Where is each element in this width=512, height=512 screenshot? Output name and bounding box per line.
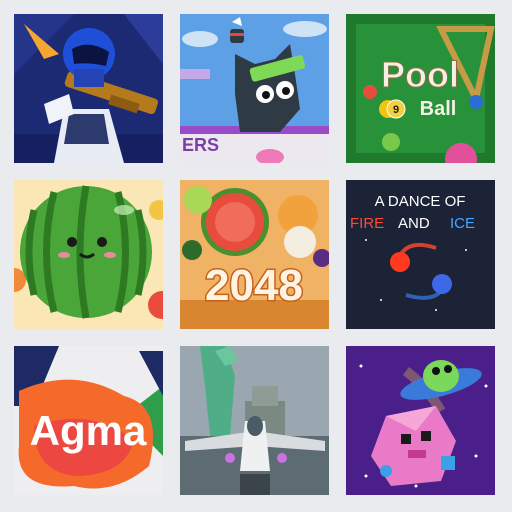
shooter-thumbnail — [14, 14, 163, 163]
dance-title-fire: FIRE — [350, 215, 384, 232]
agma-thumbnail: Agma — [14, 346, 163, 495]
ufo-thumbnail — [346, 346, 495, 495]
game-tile-plane[interactable] — [180, 346, 329, 495]
dance-title-and: AND — [398, 215, 430, 232]
watermelon-thumbnail — [14, 180, 163, 329]
ninja-thumbnail: ERS — [180, 14, 329, 163]
2048-title: 2048 — [205, 261, 303, 310]
pool-ball-nine: 9 — [393, 104, 399, 116]
game-tile-shooter[interactable] — [14, 14, 163, 163]
game-tile-watermelon[interactable] — [14, 180, 163, 329]
dance-title-ice: ICE — [450, 215, 475, 232]
game-tile-agma[interactable]: Agma — [14, 346, 163, 495]
dance-title-line1: A DANCE OF — [375, 193, 466, 210]
game-tile-2048[interactable]: 2048 — [180, 180, 329, 329]
dance-fire-ice-thumbnail: A DANCE OF FIRE AND ICE — [346, 180, 495, 329]
ninja-banner-text: ERS — [182, 135, 219, 155]
pool-subtitle: Ball — [420, 98, 457, 120]
plane-thumbnail — [180, 346, 329, 495]
game-tile-ufo[interactable] — [346, 346, 495, 495]
pool-thumbnail: Pool 9 Ball — [346, 14, 495, 163]
game-tile-dance-fire-ice[interactable]: A DANCE OF FIRE AND ICE — [346, 180, 495, 329]
pool-title: Pool — [381, 54, 459, 95]
game-tile-ninja[interactable]: ERS — [180, 14, 329, 163]
game-tile-pool[interactable]: Pool 9 Ball — [346, 14, 495, 163]
agma-title: Agma — [30, 407, 147, 454]
2048-fruit-thumbnail: 2048 — [180, 180, 329, 329]
